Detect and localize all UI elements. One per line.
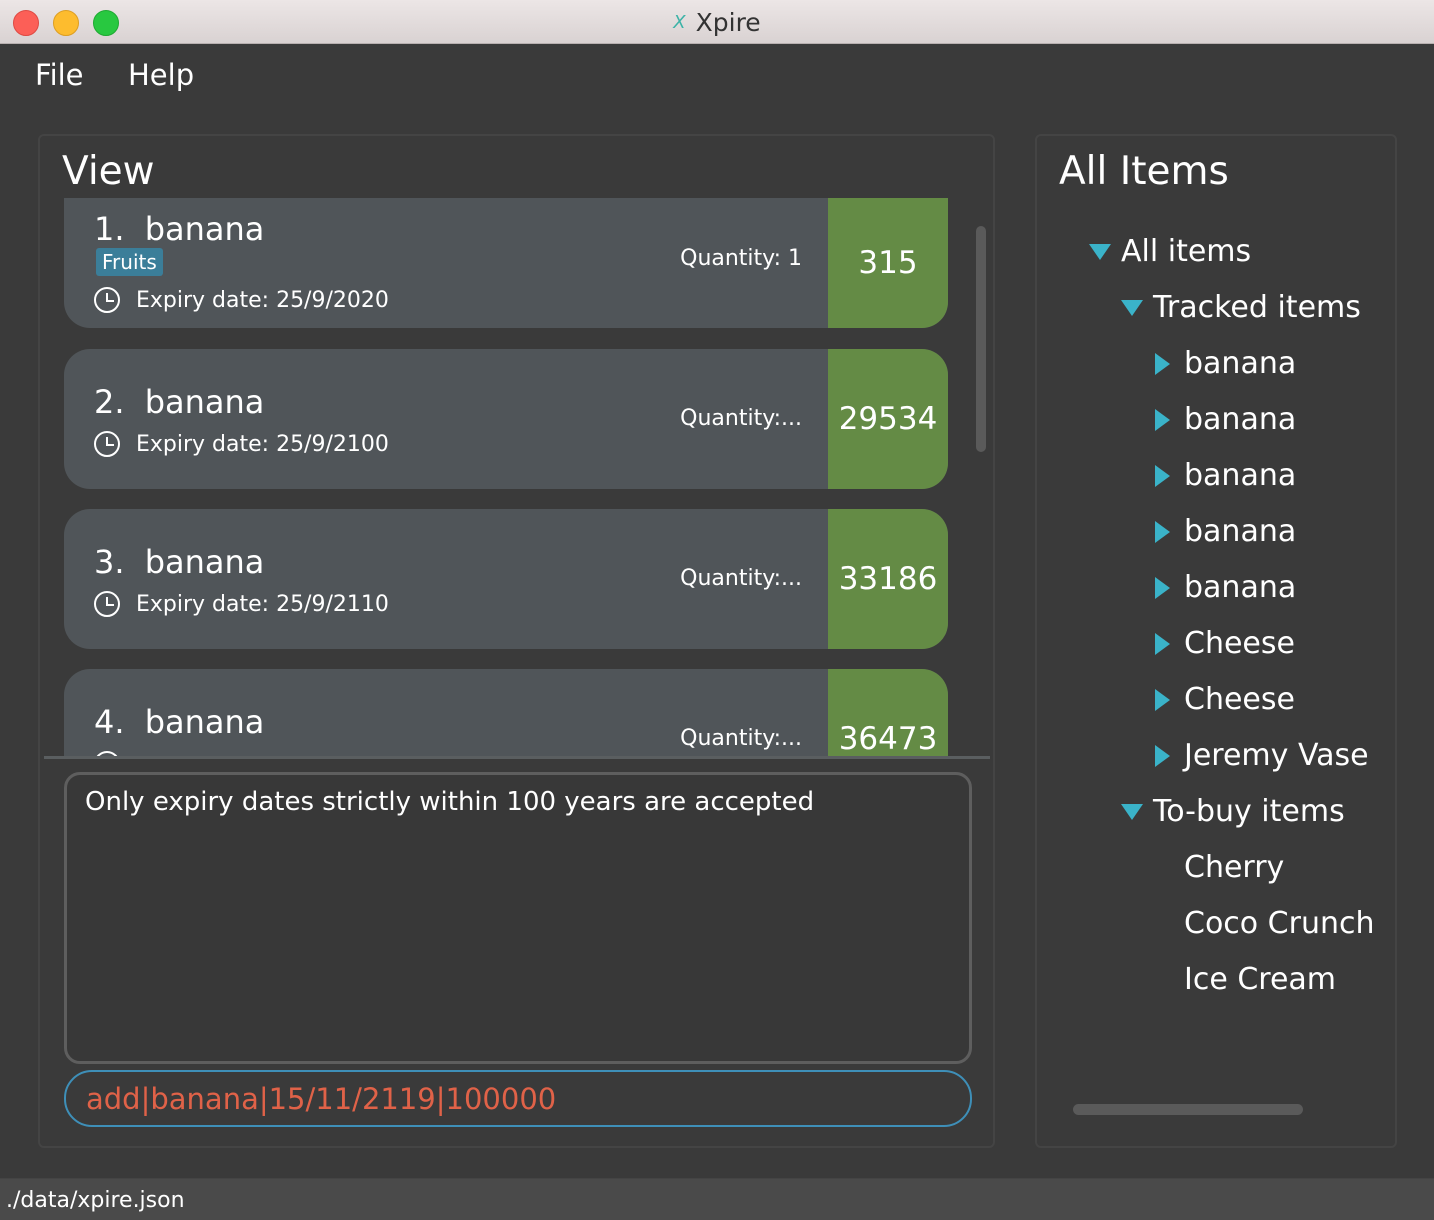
menu-file[interactable]: File — [35, 58, 84, 92]
item-name: banana — [144, 383, 265, 421]
tree-node-to-buy-item[interactable]: Coco Crunch — [1184, 906, 1375, 941]
tree-node-label: Coco Crunch — [1184, 906, 1375, 941]
item-card[interactable]: 4. banana Quantity:... 36473 — [64, 669, 948, 756]
item-list[interactable]: 1. banana Fruits Expiry date: 25/9/2020 … — [64, 198, 964, 756]
days-left-badge: 29534 — [828, 349, 948, 489]
view-panel-title: View — [62, 149, 155, 194]
tree-node-tracked-item[interactable]: banana — [1155, 570, 1296, 605]
collapsed-arrow-icon[interactable] — [1155, 744, 1170, 767]
tree-node-to-buy-items[interactable]: To-buy items — [1121, 794, 1345, 829]
window-title-group: X Xpire — [0, 0, 1434, 44]
item-expiry-text: Expiry date: 25/9/2110 — [136, 591, 389, 617]
days-left-badge: 315 — [828, 198, 948, 328]
item-card[interactable]: 3. banana Expiry date: 25/9/2110 Quantit… — [64, 509, 948, 649]
tree-node-label: Ice Cream — [1184, 962, 1337, 997]
collapsed-arrow-icon[interactable] — [1155, 352, 1170, 375]
tree-node-label: Cherry — [1184, 850, 1285, 885]
item-card[interactable]: 1. banana Fruits Expiry date: 25/9/2020 … — [64, 198, 948, 328]
item-card-body: 4. banana Quantity:... — [64, 669, 828, 756]
tree-node-label: All items — [1121, 234, 1252, 269]
clock-icon — [94, 431, 120, 457]
item-title: 4. banana — [94, 703, 264, 741]
collapsed-arrow-icon[interactable] — [1155, 464, 1170, 487]
tree-node-to-buy-item[interactable]: Cherry — [1184, 850, 1284, 885]
item-quantity: Quantity:... — [680, 726, 802, 751]
title-bar: X Xpire — [0, 0, 1434, 44]
tree-node-label: banana — [1184, 570, 1297, 605]
item-name: banana — [144, 210, 265, 248]
tree-node-label: banana — [1184, 402, 1297, 437]
item-list-scrollbar[interactable] — [976, 226, 986, 452]
item-expiry: Expiry date: 25/9/2020 — [94, 287, 389, 313]
tree-node-to-buy-item[interactable]: Ice Cream — [1184, 962, 1336, 997]
collapsed-arrow-icon[interactable] — [1155, 632, 1170, 655]
command-box[interactable]: add|banana|15/11/2119|100000 — [64, 1070, 972, 1127]
item-expiry: Expiry date: 25/9/2110 — [94, 591, 389, 617]
command-input-text[interactable]: add|banana|15/11/2119|100000 — [86, 1082, 556, 1116]
all-items-panel-title: All Items — [1059, 149, 1229, 194]
tree-node-label: Tracked items — [1153, 290, 1361, 325]
tree-node-label: Cheese — [1184, 626, 1295, 661]
item-title: 1. banana — [94, 210, 264, 248]
tree-node-label: To-buy items — [1153, 794, 1345, 829]
item-name: banana — [144, 703, 265, 741]
item-card-body: 1. banana Fruits Expiry date: 25/9/2020 … — [64, 198, 828, 328]
item-tag: Fruits — [96, 248, 163, 276]
item-name: banana — [144, 543, 265, 581]
expanded-arrow-icon[interactable] — [1121, 803, 1143, 820]
tree-node-label: banana — [1184, 458, 1297, 493]
tree-node-tracked-item[interactable]: banana — [1155, 458, 1296, 493]
result-display: Only expiry dates strictly within 100 ye… — [64, 772, 972, 1064]
clock-icon — [94, 591, 120, 617]
data-file-path: ./data/xpire.json — [6, 1188, 185, 1213]
item-index: 4. — [94, 703, 125, 741]
item-quantity: Quantity: 1 — [680, 246, 802, 271]
tree-node-tracked-item[interactable]: banana — [1155, 346, 1296, 381]
all-items-panel: All Items All items Tracked items banana… — [1035, 134, 1397, 1148]
tree-node-tracked-item[interactable]: banana — [1155, 402, 1296, 437]
tree-node-tracked-item[interactable]: Cheese — [1155, 626, 1295, 661]
collapsed-arrow-icon[interactable] — [1155, 408, 1170, 431]
tree-node-tracked-items[interactable]: Tracked items — [1121, 290, 1361, 325]
tree-node-label: banana — [1184, 514, 1297, 549]
item-card-body: 3. banana Expiry date: 25/9/2110 Quantit… — [64, 509, 828, 649]
status-bar: ./data/xpire.json — [0, 1178, 1434, 1220]
days-left-badge: 36473 — [828, 669, 948, 756]
days-left-badge: 33186 — [828, 509, 948, 649]
clock-icon — [94, 287, 120, 313]
item-index: 1. — [94, 210, 125, 248]
tree-node-tracked-item[interactable]: Jeremy Vase — [1155, 738, 1369, 773]
window-title: Xpire — [695, 7, 761, 37]
collapsed-arrow-icon[interactable] — [1155, 576, 1170, 599]
item-expiry: Expiry date: 25/9/2100 — [94, 431, 389, 457]
view-panel: View 1. banana Fruits Expiry date: 25/9/… — [38, 134, 995, 1148]
item-expiry-text: Expiry date: 25/9/2100 — [136, 431, 389, 457]
menu-help[interactable]: Help — [128, 58, 194, 92]
item-expiry-text: Expiry date: 25/9/2020 — [136, 287, 389, 313]
item-title: 3. banana — [94, 543, 264, 581]
item-index: 2. — [94, 383, 125, 421]
item-quantity: Quantity:... — [680, 406, 802, 431]
tree-node-label: Jeremy Vase — [1184, 738, 1369, 773]
xpire-app-icon: X — [673, 11, 686, 33]
split-pane-divider[interactable] — [44, 756, 990, 759]
menu-bar: File Help — [0, 44, 1434, 106]
item-title: 2. banana — [94, 383, 264, 421]
tree-horizontal-scrollbar[interactable] — [1073, 1104, 1303, 1115]
result-message: Only expiry dates strictly within 100 ye… — [85, 787, 815, 817]
tree-node-label: banana — [1184, 346, 1297, 381]
tree-node-tracked-item[interactable]: banana — [1155, 514, 1296, 549]
collapsed-arrow-icon[interactable] — [1155, 520, 1170, 543]
collapsed-arrow-icon[interactable] — [1155, 688, 1170, 711]
expanded-arrow-icon[interactable] — [1121, 299, 1143, 316]
item-card[interactable]: 2. banana Expiry date: 25/9/2100 Quantit… — [64, 349, 948, 489]
item-quantity: Quantity:... — [680, 566, 802, 591]
tree-node-tracked-item[interactable]: Cheese — [1155, 682, 1295, 717]
expanded-arrow-icon[interactable] — [1089, 243, 1111, 260]
tree-node-label: Cheese — [1184, 682, 1295, 717]
tree-node-all-items[interactable]: All items — [1089, 234, 1251, 269]
item-index: 3. — [94, 543, 125, 581]
item-card-body: 2. banana Expiry date: 25/9/2100 Quantit… — [64, 349, 828, 489]
